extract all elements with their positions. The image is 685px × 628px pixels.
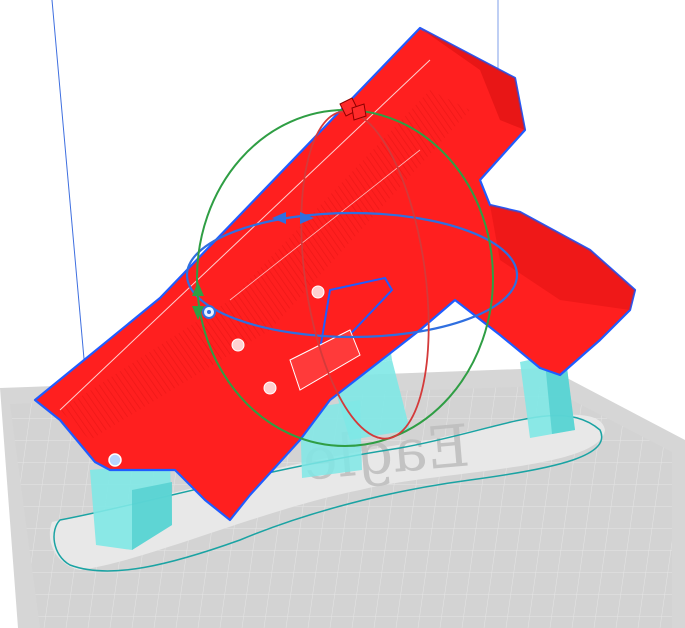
3d-viewport[interactable]: Eagle — [0, 0, 685, 628]
scene-canvas[interactable]: Eagle — [0, 0, 685, 628]
pivot-center-icon[interactable] — [202, 305, 216, 319]
